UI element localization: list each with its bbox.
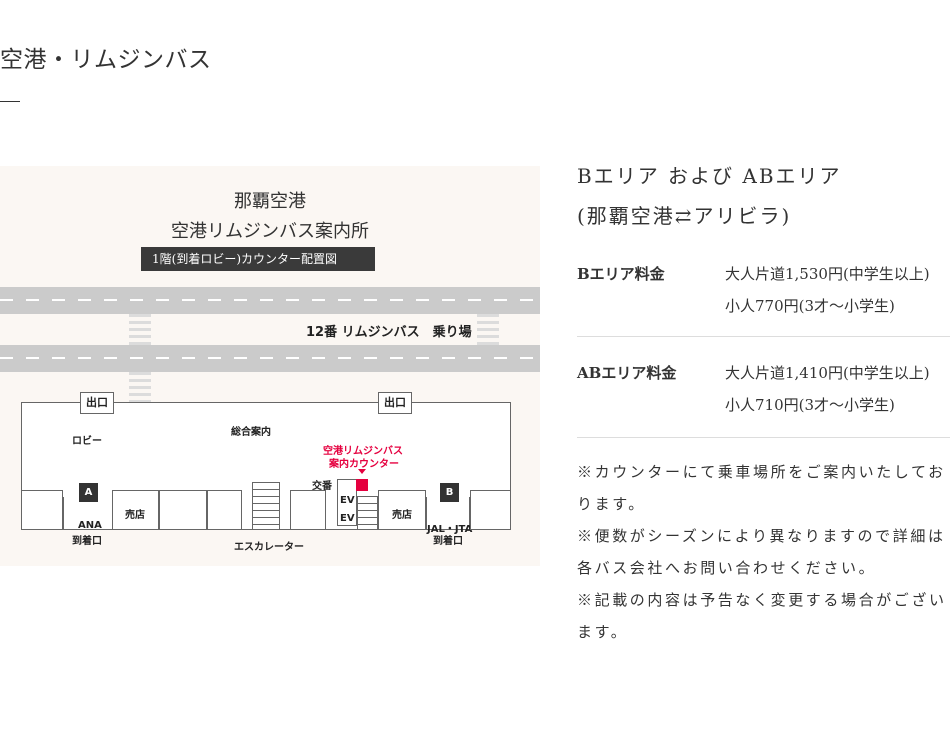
escalator-stairs — [252, 482, 280, 530]
fare-adult: 大人片道1,530円(中学生以上) — [725, 265, 930, 283]
escalator-label: エスカレーター — [234, 542, 304, 553]
lobby-label: ロビー — [72, 436, 102, 447]
crosswalk-right-upper — [477, 314, 499, 345]
crosswalk-left-upper — [129, 314, 151, 345]
info-center-label: 総合案内 — [231, 427, 271, 438]
fare-title-line2: (那覇空港⇄アリビラ) — [577, 204, 792, 228]
room-mid-2 — [207, 490, 242, 530]
terminal-map: 那覇空港 空港リムジンバス案内所 1階(到着ロビー)カウンター配置図 12番 リ… — [0, 166, 540, 566]
stairs-right — [357, 496, 378, 530]
map-title-airport: 那覇空港 — [234, 191, 306, 212]
note-item: ※便数がシーズンにより異なりますので詳細は各バス会社へお問い合わせください。 — [577, 527, 946, 577]
road-lower — [0, 345, 540, 372]
fare-child: 小人710円(3才〜小学生) — [725, 396, 895, 414]
exit-right: 出口 — [378, 392, 412, 414]
marker-a: A — [79, 483, 98, 502]
ana-label: ANA — [78, 520, 102, 531]
title-underline — [0, 101, 20, 102]
marker-b: B — [440, 483, 459, 502]
fare-row-b: Bエリア料金 大人片道1,530円(中学生以上) 小人770円(3才〜小学生) — [577, 258, 950, 337]
room-mid-1 — [159, 490, 207, 530]
room-right-edge — [470, 490, 511, 530]
crosswalk-left-lower — [129, 372, 151, 402]
fare-label: ABエリア料金 — [577, 364, 677, 382]
fare-row-ab: ABエリア料金 大人片道1,410円(中学生以上) 小人710円(3才〜小学生) — [577, 337, 950, 438]
jal-arrival-label: 到着口 — [433, 536, 463, 547]
map-banner: 1階(到着ロビー)カウンター配置図 — [141, 247, 375, 271]
fare-value: 大人片道1,410円(中学生以上) 小人710円(3才〜小学生) — [725, 357, 930, 421]
shop-right-label: 売店 — [392, 510, 412, 521]
fare-section-title: Bエリア および ABエリア (那覇空港⇄アリビラ) — [577, 156, 842, 236]
ev-label-1: EV — [340, 495, 355, 506]
limousine-counter — [356, 479, 368, 491]
fare-label: Bエリア料金 — [577, 265, 665, 283]
counter-pointer — [358, 469, 366, 474]
police-box — [290, 490, 326, 530]
fare-table: Bエリア料金 大人片道1,530円(中学生以上) 小人770円(3才〜小学生) … — [577, 258, 950, 438]
road-upper — [0, 287, 540, 314]
counter-label-line2: 案内カウンター — [329, 459, 399, 470]
note-item: ※カウンターにて乗車場所をご案内いたしております。 — [577, 463, 946, 513]
bus-stop-label: 12番 リムジンバス 乗り場 — [306, 325, 472, 340]
page-title: 空港・リムジンバス — [0, 47, 212, 73]
ana-arrival-label: 到着口 — [72, 536, 102, 547]
exit-left: 出口 — [80, 392, 114, 414]
fare-adult: 大人片道1,410円(中学生以上) — [725, 364, 930, 382]
fare-child: 小人770円(3才〜小学生) — [725, 297, 895, 315]
map-title-office: 空港リムジンバス案内所 — [171, 221, 369, 242]
shop-left-label: 売店 — [125, 510, 145, 521]
note-item: ※記載の内容は予告なく変更する場合がございます。 — [577, 591, 947, 641]
ev-label-2: EV — [340, 513, 355, 524]
fare-value: 大人片道1,530円(中学生以上) 小人770円(3才〜小学生) — [725, 258, 930, 322]
police-box-label: 交番 — [312, 481, 332, 492]
notes: ※カウンターにて乗車場所をご案内いたしております。 ※便数がシーズンにより異なり… — [577, 456, 950, 648]
room-left-edge — [21, 490, 63, 530]
fare-title-line1: Bエリア および ABエリア — [577, 164, 842, 188]
